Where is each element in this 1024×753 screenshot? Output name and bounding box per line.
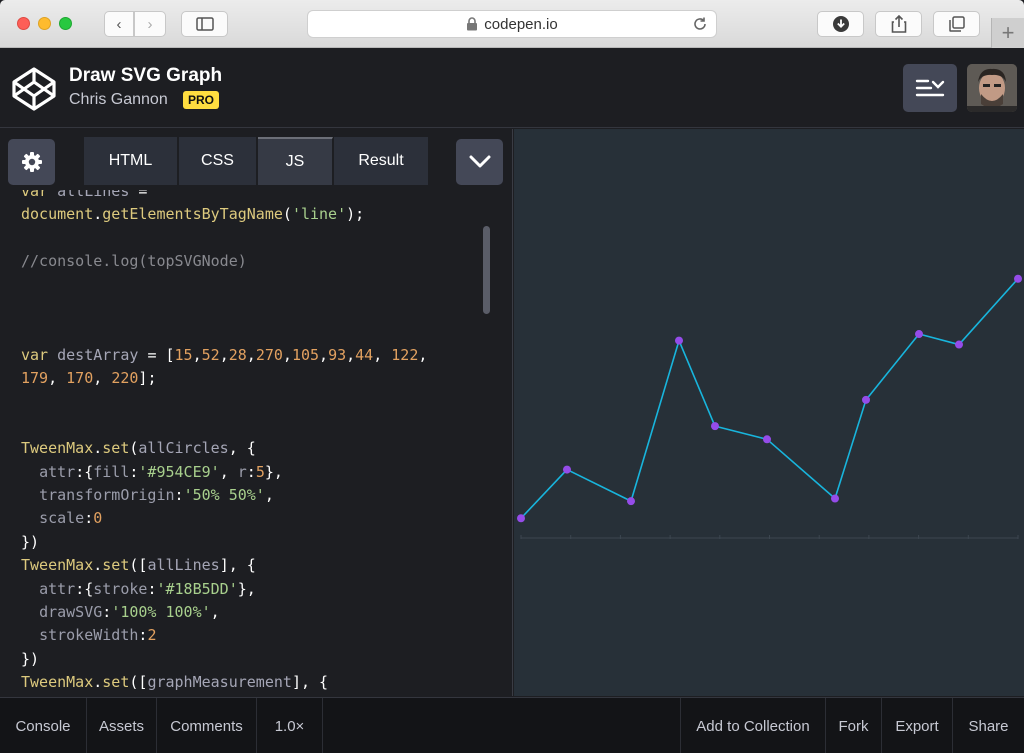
tabs-overview-button[interactable] bbox=[933, 11, 980, 37]
reload-icon[interactable] bbox=[692, 16, 708, 32]
share-icon bbox=[891, 15, 906, 33]
pen-title[interactable]: Draw SVG Graph bbox=[69, 65, 222, 87]
tab-css[interactable]: CSS bbox=[179, 137, 257, 185]
pen-header bbox=[0, 48, 1024, 128]
chevron-down-icon bbox=[469, 155, 490, 168]
graph-point bbox=[763, 435, 771, 444]
browser-toolbar: ‹ › codepen.io + bbox=[0, 0, 1024, 48]
code-line: }) bbox=[21, 532, 40, 551]
tab-result[interactable]: Result bbox=[334, 137, 429, 185]
chevron-right-icon: › bbox=[147, 15, 153, 33]
change-view-button[interactable] bbox=[903, 64, 957, 112]
add-to-collection-button[interactable]: Add to Collection bbox=[680, 698, 825, 753]
assets-button[interactable]: Assets bbox=[87, 698, 157, 753]
comments-button[interactable]: Comments bbox=[157, 698, 257, 753]
forward-button[interactable]: › bbox=[134, 11, 166, 37]
graph-line-segment bbox=[958, 278, 1019, 346]
avatar-image bbox=[967, 64, 1017, 112]
graph-line-segment bbox=[918, 333, 960, 346]
graph-point bbox=[831, 494, 839, 503]
editor-options-button[interactable] bbox=[456, 139, 503, 185]
graph-line-segment bbox=[766, 438, 836, 500]
share-page-button[interactable] bbox=[875, 11, 922, 37]
console-button[interactable]: Console bbox=[0, 698, 87, 753]
new-tab-button[interactable]: + bbox=[991, 18, 1024, 48]
minimize-window-icon[interactable] bbox=[38, 17, 51, 30]
sidebar-icon bbox=[195, 17, 214, 31]
code-line: //console.log(topSVGNode) bbox=[21, 252, 247, 271]
graph-point bbox=[675, 336, 683, 345]
graph-line-segment bbox=[566, 468, 632, 502]
code-line: 179, 170, 220]; bbox=[21, 369, 157, 388]
codepen-logo[interactable] bbox=[11, 66, 57, 112]
graph-line-segment bbox=[714, 425, 768, 441]
code-line: document.getElementsByTagName('line'); bbox=[21, 205, 365, 224]
graph-point bbox=[627, 497, 635, 506]
graph-point bbox=[563, 465, 571, 474]
code-line: TweenMax.set([allLines], { bbox=[21, 556, 256, 575]
user-avatar[interactable] bbox=[967, 64, 1017, 112]
result-preview bbox=[514, 129, 1024, 696]
editor-scrollbar[interactable] bbox=[483, 226, 490, 314]
graph-line-segment bbox=[520, 469, 568, 519]
share-button[interactable]: Share bbox=[952, 698, 1024, 753]
graph-line-segment bbox=[630, 340, 680, 502]
code-line: attr:{stroke:'#18B5DD'}, bbox=[39, 579, 256, 598]
graph-point bbox=[915, 330, 923, 339]
layout-icon bbox=[915, 79, 945, 97]
code-line: var destArray = [15,52,28,270,105,93,44,… bbox=[21, 345, 428, 364]
close-window-icon[interactable] bbox=[17, 17, 30, 30]
author-name[interactable]: Chris Gannon bbox=[69, 91, 168, 109]
graph-point bbox=[517, 514, 525, 523]
chevron-left-icon: ‹ bbox=[116, 15, 122, 33]
graph-point bbox=[955, 340, 963, 349]
tab-html[interactable]: HTML bbox=[84, 137, 178, 185]
code-line: transformOrigin:'50% 50%', bbox=[39, 486, 274, 505]
fork-button[interactable]: Fork bbox=[825, 698, 881, 753]
download-icon bbox=[832, 16, 849, 32]
tabs-icon bbox=[948, 16, 965, 32]
zoom-level-button[interactable]: 1.0× bbox=[257, 698, 323, 753]
footer-bar: Console Assets Comments 1.0× Add to Coll… bbox=[0, 697, 1024, 753]
graph-line-segment bbox=[834, 399, 867, 499]
code-line: strokeWidth:2 bbox=[39, 626, 157, 645]
back-button[interactable]: ‹ bbox=[104, 11, 134, 37]
url-text: codepen.io bbox=[484, 15, 558, 33]
tab-js[interactable]: JS bbox=[258, 137, 333, 185]
address-bar[interactable]: codepen.io bbox=[307, 10, 717, 38]
sidebar-button[interactable] bbox=[181, 11, 228, 37]
graph-point bbox=[1014, 274, 1022, 283]
code-line: }) bbox=[21, 649, 40, 668]
graph-line-segment bbox=[865, 333, 920, 401]
settings-button[interactable] bbox=[8, 139, 55, 185]
code-line: drawSVG:'100% 100%', bbox=[39, 603, 220, 622]
code-line: attr:{fill:'#954CE9', r:5}, bbox=[39, 462, 283, 481]
gear-icon bbox=[21, 152, 42, 172]
lock-icon bbox=[467, 17, 478, 31]
plus-icon: + bbox=[1001, 20, 1015, 45]
pro-badge: PRO bbox=[183, 91, 220, 109]
downloads-button[interactable] bbox=[817, 11, 864, 37]
export-button[interactable]: Export bbox=[881, 698, 952, 753]
code-line: TweenMax.set([graphMeasurement], { bbox=[21, 673, 329, 692]
code-line: var allLines = bbox=[21, 190, 148, 200]
line-graph bbox=[517, 274, 1022, 539]
code-editor[interactable]: var allLines = document.getElementsByTagN… bbox=[0, 190, 480, 696]
code-line: TweenMax.set(allCircles, { bbox=[21, 439, 256, 458]
graph-line-segment bbox=[678, 340, 716, 427]
zoom-window-icon[interactable] bbox=[59, 17, 72, 30]
code-line: scale:0 bbox=[39, 509, 103, 528]
graph-point bbox=[862, 395, 870, 404]
graph-point bbox=[711, 422, 719, 431]
